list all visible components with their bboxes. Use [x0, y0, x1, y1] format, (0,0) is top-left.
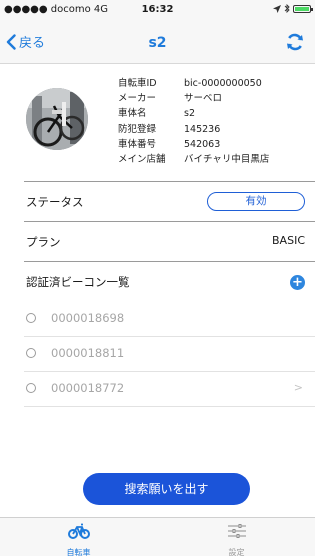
info-value: サーベロ: [184, 93, 223, 105]
info-key: メーカー: [118, 93, 157, 105]
bike-photo-image: [26, 88, 88, 150]
tab-settings[interactable]: 設定: [158, 518, 315, 556]
add-beacon-button[interactable]: +: [290, 275, 305, 290]
battery-icon: [293, 4, 313, 13]
bike-photo: [26, 88, 88, 150]
info-key: 車体番号: [118, 138, 157, 150]
location-arrow-icon: [273, 4, 281, 13]
info-value: s2: [184, 108, 195, 120]
beacon-item[interactable]: 0000018698: [0, 303, 315, 335]
info-row-main-store: メイン店舗 バイチャリ中目黒店: [118, 152, 269, 167]
sliders-icon: [158, 523, 315, 539]
refresh-button[interactable]: [285, 32, 305, 56]
plan-label: プラン: [26, 235, 61, 249]
navigation-bar: 戻る s2: [0, 20, 315, 64]
status-badge[interactable]: 有効: [207, 192, 305, 211]
clock: 16:32: [141, 4, 174, 15]
status-label: ステータス: [26, 195, 84, 209]
beacon-id: 0000018811: [51, 346, 125, 360]
info-row-model: 車体名 s2: [118, 106, 269, 121]
bike-profile: 自転車ID bic-0000000050 メーカー サーベロ 車体名 s2 防犯登録 1…: [0, 64, 315, 180]
info-row-maker: メーカー サーベロ: [118, 91, 269, 106]
divider: [24, 371, 315, 372]
bicycle-icon: [0, 523, 157, 539]
tab-label: 設定: [228, 548, 245, 556]
radio-icon[interactable]: [26, 348, 36, 358]
radio-icon[interactable]: [26, 313, 36, 323]
divider: [24, 336, 315, 337]
beacon-list-title: 認証済ビーコン一覧: [26, 275, 130, 289]
beacon-list-header: 認証済ビーコン一覧 +: [0, 262, 315, 302]
info-value: 542063: [184, 138, 221, 150]
plan-row: プラン BASIC: [0, 222, 315, 260]
tab-label: 自転車: [66, 548, 91, 556]
bluetooth-icon: [284, 4, 290, 13]
status-icons: [273, 4, 313, 13]
info-row-frame-number: 車体番号 542063: [118, 137, 269, 152]
info-key: 車体名: [118, 108, 147, 120]
divider: [24, 406, 315, 407]
status-bar: ●●●●● docomo 4G 16:32: [0, 0, 315, 20]
tab-bicycle[interactable]: 自転車: [0, 518, 157, 556]
radio-icon[interactable]: [26, 383, 36, 393]
status-row: ステータス 有効: [0, 182, 315, 220]
info-value: 145236: [184, 123, 221, 135]
beacon-id: 0000018772: [51, 381, 125, 395]
plan-value: BASIC: [272, 234, 305, 247]
search-request-button[interactable]: 搜索願いを出す: [83, 473, 250, 505]
beacon-item[interactable]: 0000018811: [0, 338, 315, 370]
info-row-security-registration: 防犯登録 145236: [118, 122, 269, 137]
beacon-id: 0000018698: [51, 311, 125, 325]
info-key: 自転車ID: [118, 78, 157, 89]
tab-bar: 自転車 設定: [0, 517, 315, 556]
refresh-icon: [287, 33, 303, 51]
bike-info: 自転車ID bic-0000000050 メーカー サーベロ 車体名 s2 防犯登録 1…: [118, 76, 269, 167]
page-title: s2: [148, 35, 167, 51]
chevron-right-icon: >: [293, 381, 303, 394]
info-value: bic-0000000050: [184, 78, 262, 89]
info-row-bike-id: 自転車ID bic-0000000050: [118, 76, 269, 91]
beacon-item[interactable]: 0000018772 >: [0, 373, 315, 405]
info-value: バイチャリ中目黒店: [184, 154, 270, 166]
info-key: メイン店舗: [118, 154, 166, 166]
info-key: 防犯登録: [118, 123, 157, 135]
